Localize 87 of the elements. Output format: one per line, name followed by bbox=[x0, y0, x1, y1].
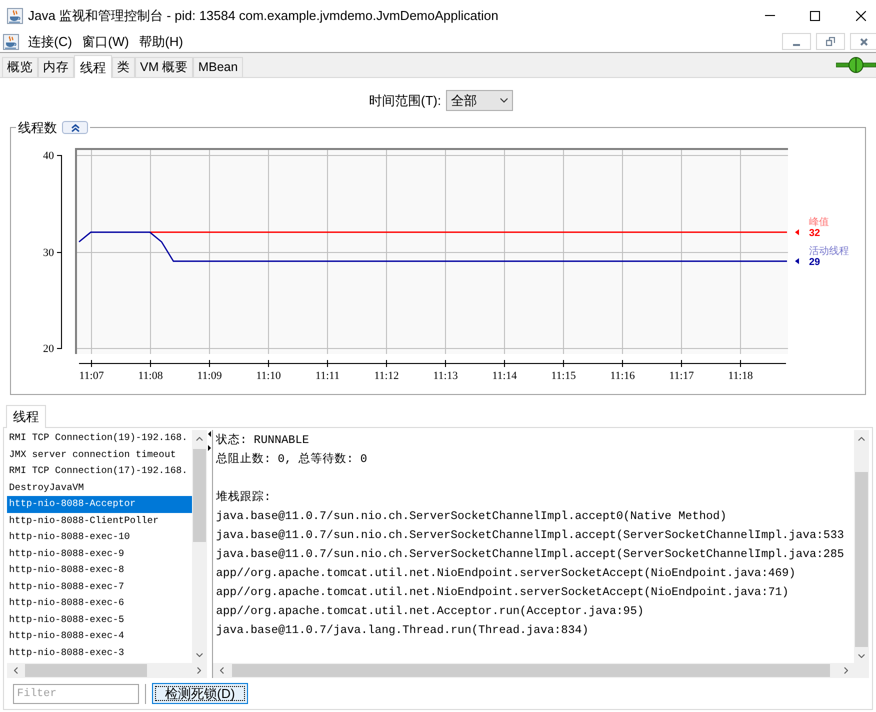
x-tick-label: 11:16 bbox=[610, 370, 635, 382]
detect-deadlock-button[interactable]: 检测死锁(D) bbox=[152, 683, 248, 704]
thread-list-item[interactable]: http-nio-8088-exec-10 bbox=[7, 529, 192, 546]
legend-label: 峰值 bbox=[809, 217, 829, 228]
x-tick-label: 11:11 bbox=[315, 370, 340, 382]
scrollbar-thumb[interactable] bbox=[193, 449, 206, 542]
y-tick-label: 30 bbox=[43, 247, 54, 259]
tab[interactable]: 线程 bbox=[6, 405, 46, 428]
tab[interactable]: 内存 bbox=[38, 57, 74, 77]
scrollbar-thumb[interactable] bbox=[855, 472, 868, 647]
time-range-label: 时间范围(T): bbox=[368, 92, 442, 110]
x-tick-label: 11:13 bbox=[433, 370, 458, 382]
collapse-button[interactable] bbox=[62, 121, 88, 134]
y-tick-label: 20 bbox=[43, 343, 54, 355]
x-tick-label: 11:18 bbox=[728, 370, 753, 382]
coffee-cup-icon bbox=[7, 8, 23, 24]
scrollbar-thumb[interactable] bbox=[232, 664, 830, 677]
menu-item[interactable]: 窗口(W) bbox=[77, 32, 134, 52]
x-tick-label: 11:10 bbox=[256, 370, 281, 382]
chevron-up-icon bbox=[196, 436, 203, 440]
stack-frame-text: java.base@11.0.7/sun.nio.ch.ServerSocketChannelImpl.accept(ServerSocketChannelImpl.java:285 bbox=[216, 547, 846, 563]
thread-list-item[interactable]: http-nio-8088-exec-6 bbox=[7, 595, 192, 612]
restore-button[interactable] bbox=[816, 33, 845, 50]
thread-list-item[interactable]: http-nio-8088-exec-7 bbox=[7, 578, 192, 595]
right-triangle-icon[interactable] bbox=[208, 445, 211, 451]
chevron-down-icon bbox=[500, 98, 508, 103]
maximize-icon bbox=[810, 10, 820, 20]
x-tick-label: 11:12 bbox=[374, 370, 399, 382]
chevron-up-icon bbox=[858, 436, 865, 440]
tab[interactable]: VM 概要 bbox=[135, 57, 194, 77]
x-tick-label: 11:09 bbox=[197, 370, 222, 382]
thread-counts-text: 总阻止数: 0, 总等待数: 0 bbox=[216, 452, 368, 468]
chevron-left-icon bbox=[14, 667, 18, 674]
menu-item[interactable]: 连接(C) bbox=[23, 32, 78, 52]
legend-label: 活动线程 bbox=[809, 246, 849, 258]
chevron-down-icon bbox=[196, 652, 203, 656]
close-icon bbox=[856, 10, 866, 20]
filter-field[interactable]: Filter bbox=[13, 684, 139, 704]
minimize-icon bbox=[793, 44, 800, 46]
tab[interactable]: 概览 bbox=[2, 57, 38, 77]
minimize-icon bbox=[764, 15, 774, 16]
stack-frame-text: app//org.apache.tomcat.util.net.NioEndpoint.serverSocketAccept(NioEndpoint.java:469) bbox=[216, 566, 797, 582]
thread-list-item[interactable]: http-nio-8088-exec-4 bbox=[7, 628, 192, 644]
chevron-right-icon bbox=[196, 667, 200, 674]
stack-frame-text: java.base@11.0.7/java.lang.Thread.run(Thread.java:834) bbox=[216, 623, 590, 639]
x-tick-label: 11:08 bbox=[138, 370, 163, 382]
thread-list-item[interactable]: http-nio-8088-ClientPoller bbox=[7, 512, 192, 529]
coffee-cup-icon bbox=[3, 34, 19, 50]
stack-frame-text: java.base@11.0.7/sun.nio.ch.ServerSocketChannelImpl.accept0(Native Method) bbox=[216, 509, 728, 525]
legend-value: 29 bbox=[809, 257, 820, 268]
y-tick-label: 40 bbox=[43, 150, 54, 162]
group-title: 线程数 bbox=[18, 120, 57, 135]
thread-list-item[interactable]: RMI TCP Connection(17)-192.168. bbox=[7, 463, 192, 480]
left-triangle-icon[interactable] bbox=[208, 431, 211, 437]
stack-frame-text: app//org.apache.tomcat.util.net.Acceptor.run(Acceptor.java:95) bbox=[216, 604, 645, 620]
x-tick-label: 11:17 bbox=[669, 370, 694, 382]
stack-frame-text: java.base@11.0.7/sun.nio.ch.ServerSocketChannelImpl.accept(ServerSocketChannelImpl.java:533 bbox=[216, 528, 846, 544]
thread-list-item[interactable]: http-nio-8088-Acceptor bbox=[7, 496, 192, 512]
scrollbar-thumb[interactable] bbox=[25, 664, 147, 677]
window-title: Java 监视和管理控制台 - pid: 13584 com.example.jvmdemo.JvmDemoApplication bbox=[28, 6, 498, 25]
thread-list-item[interactable]: RMI TCP Connection(19)-192.168. bbox=[7, 430, 192, 446]
time-range-dropdown[interactable]: 全部 bbox=[446, 90, 514, 111]
double-chevron-up-icon bbox=[70, 124, 80, 132]
stack-frame-text: app//org.apache.tomcat.util.net.NioEndpoint.serverSocketAccept(NioEndpoint.java:71) bbox=[216, 585, 790, 601]
tab[interactable]: 类 bbox=[112, 57, 135, 77]
thread-list-item[interactable]: http-nio-8088-exec-3 bbox=[7, 644, 192, 661]
chevron-right-icon bbox=[844, 667, 848, 674]
chevron-left-icon bbox=[220, 667, 224, 674]
x-tick-label: 11:14 bbox=[492, 370, 517, 382]
close-icon bbox=[860, 38, 868, 46]
chevron-down-icon bbox=[858, 654, 865, 658]
thread-list-item[interactable]: DestroyJavaVM bbox=[7, 480, 192, 496]
thread-list-item[interactable]: http-nio-8088-exec-8 bbox=[7, 562, 192, 578]
x-tick-label: 11:15 bbox=[551, 370, 576, 382]
menu-item[interactable]: 帮助(H) bbox=[134, 32, 188, 52]
thread-list-item[interactable]: JMX server connection timeout bbox=[7, 446, 192, 463]
stack-trace-heading: 堆栈跟踪: bbox=[216, 490, 272, 506]
tab[interactable]: 线程 bbox=[74, 55, 112, 78]
thread-list-item[interactable]: http-nio-8088-exec-9 bbox=[7, 546, 192, 562]
legend-value: 32 bbox=[809, 228, 820, 240]
minimize-button[interactable] bbox=[782, 33, 811, 50]
x-tick-label: 11:07 bbox=[79, 370, 104, 382]
tab[interactable]: MBean bbox=[193, 57, 243, 77]
thread-list-item[interactable]: http-nio-8088-exec-5 bbox=[7, 612, 192, 628]
restore-icon bbox=[826, 37, 835, 46]
thread-state-text: 状态: RUNNABLE bbox=[216, 432, 310, 449]
plug-icon bbox=[836, 57, 876, 73]
